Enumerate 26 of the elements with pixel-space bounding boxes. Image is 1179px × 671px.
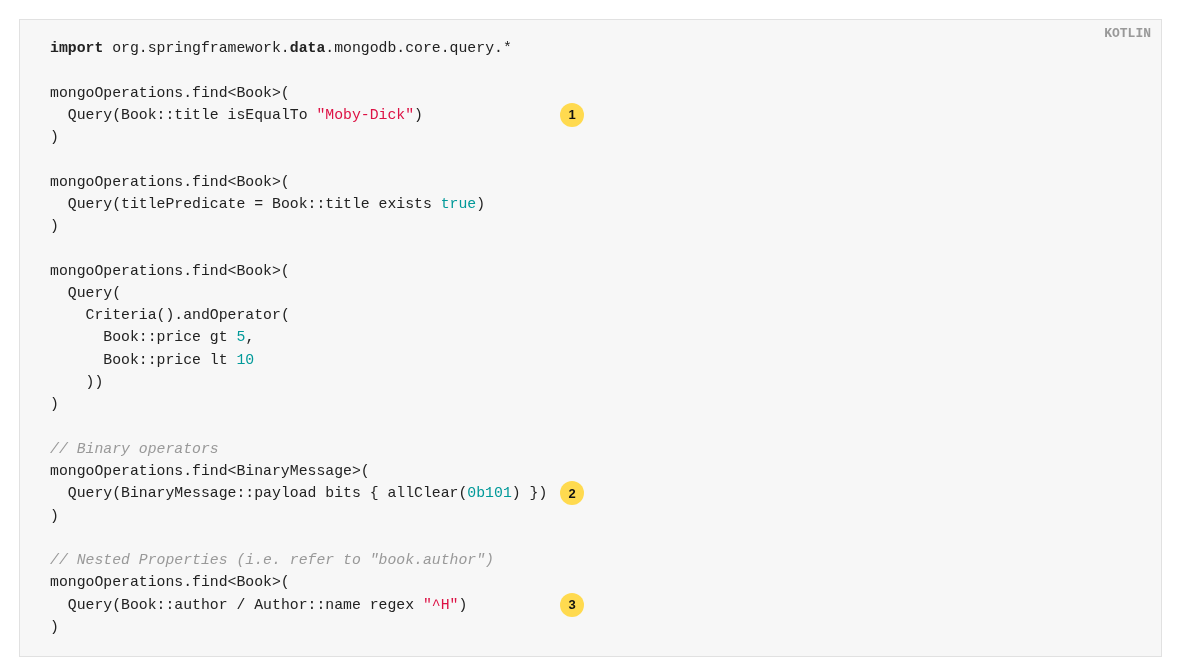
code-line: mongoOperations.find<Book>(: [50, 173, 290, 190]
code-line: ): [50, 129, 59, 146]
code-line: Query(Book::title isEqualTo "Moby-Dick"): [67, 106, 423, 123]
code-line: ): [50, 507, 59, 524]
code-line: Book::price gt 5,: [103, 329, 255, 346]
code-line: Book::price lt 10: [103, 351, 255, 368]
code-line: ): [50, 218, 59, 235]
code-line: mongoOperations.find<Book>(: [50, 574, 290, 591]
code-line: mongoOperations.find<BinaryMessage>(: [50, 463, 370, 480]
code-line: )): [85, 374, 104, 390]
code-line: Query(: [67, 284, 122, 301]
code-line: import org.springframework.data.mongodb.core.query.*: [50, 40, 512, 56]
language-label: KOTLIN: [1104, 26, 1151, 41]
code-line: ): [50, 618, 59, 635]
code-line: ): [50, 396, 59, 413]
callout-marker: 1: [560, 102, 584, 127]
code-line: mongoOperations.find<Book>(: [50, 84, 290, 101]
code-line: Query(Book::author / Author::name regex "^H"): [67, 596, 468, 613]
code-line: Query(BinaryMessage::payload bits { allClear(0b101) }): [67, 485, 548, 502]
callout-marker: 3: [560, 592, 584, 617]
code-line: mongoOperations.find<Book>(: [50, 262, 290, 279]
code-line: Query(titlePredicate = Book::title exists true): [67, 195, 486, 212]
callout-marker: 2: [560, 481, 584, 506]
code-line: // Nested Properties (i.e. refer to "book.author"): [50, 552, 494, 569]
code-line: Criteria().andOperator(: [85, 307, 290, 324]
code-line: // Binary operators: [50, 440, 219, 457]
